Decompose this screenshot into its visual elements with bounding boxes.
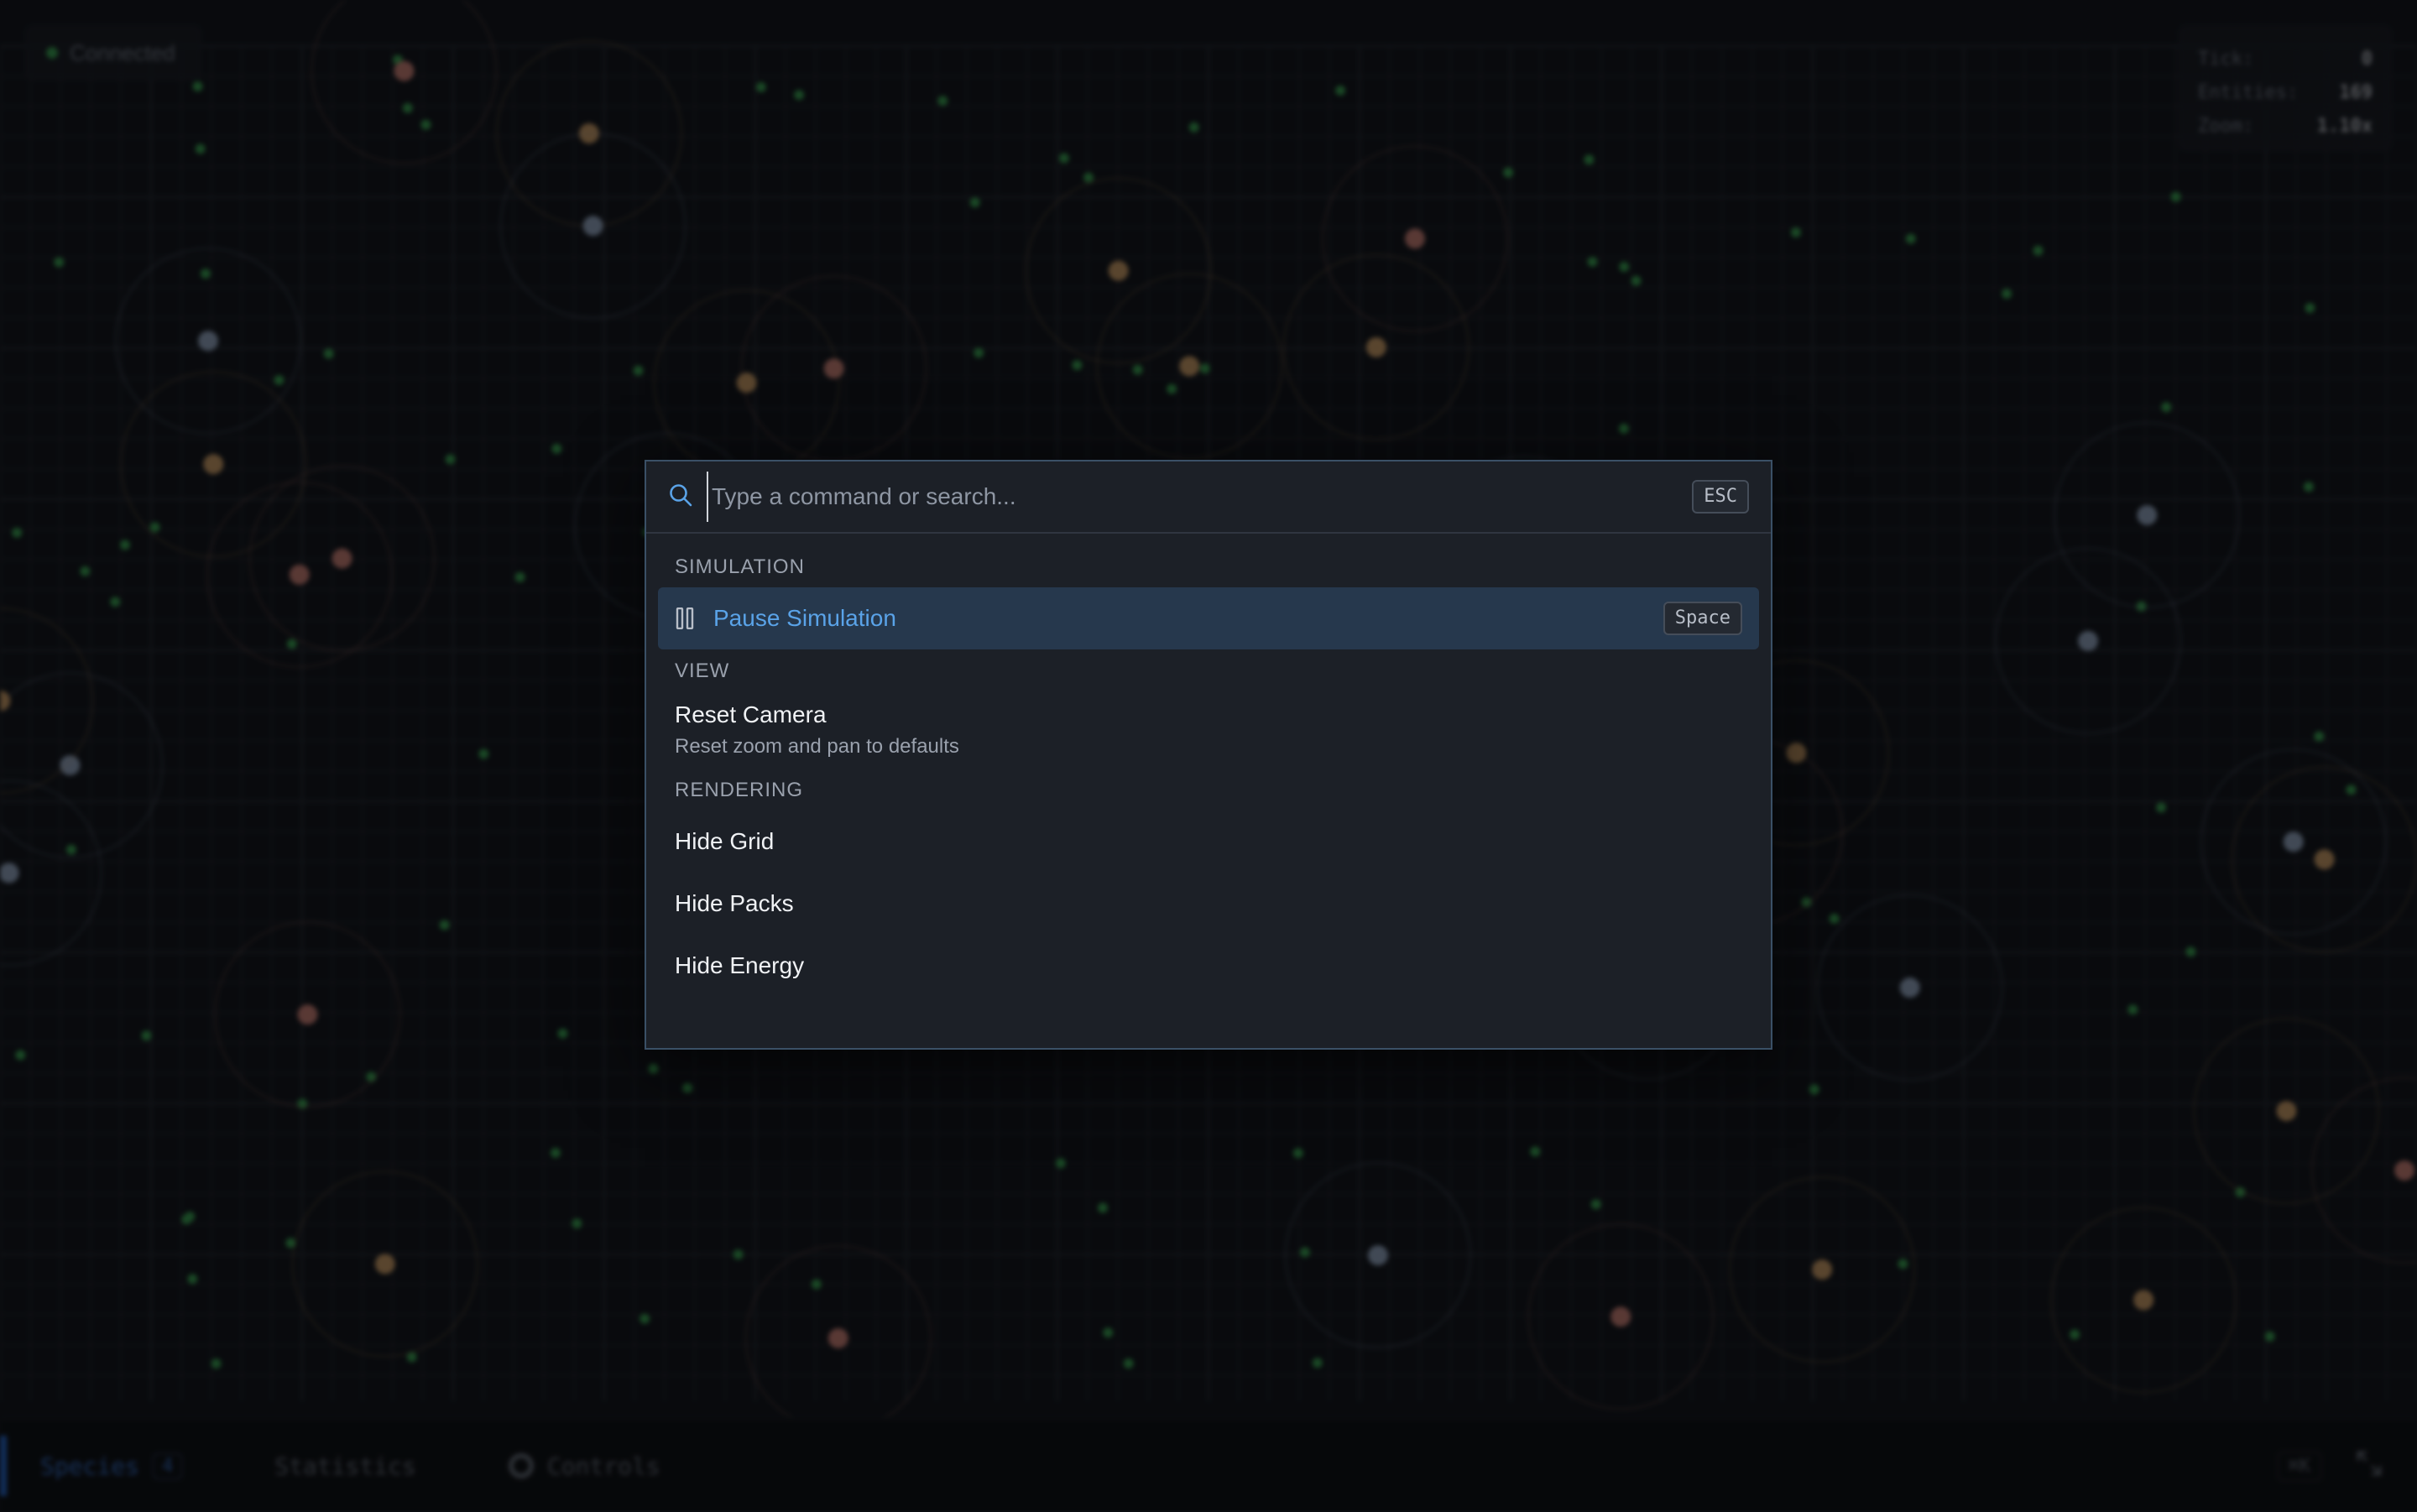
command-hide-energy[interactable]: Hide Energy: [658, 935, 1759, 997]
search-icon: [668, 482, 693, 512]
pause-icon: [675, 607, 695, 629]
command-pause-simulation[interactable]: Pause Simulation Space: [658, 587, 1759, 649]
command-hide-grid[interactable]: Hide Grid: [658, 811, 1759, 873]
command-list: SIMULATION Pause Simulation Space VIEW R…: [646, 534, 1771, 997]
esc-key-hint[interactable]: ESC: [1692, 480, 1749, 514]
command-palette: ESC SIMULATION Pause Simulation Space VI…: [645, 460, 1772, 1050]
command-title: Hide Grid: [675, 828, 775, 854]
group-label-rendering: RENDERING: [675, 779, 804, 801]
shortcut-hint: Space: [1663, 602, 1742, 635]
command-title: Reset Camera: [675, 701, 827, 727]
palette-search-bar: ESC: [646, 461, 1771, 534]
command-search-input[interactable]: [707, 472, 1693, 522]
command-title: Hide Energy: [675, 952, 805, 978]
command-title: Pause Simulation: [713, 605, 896, 631]
command-hide-packs[interactable]: Hide Packs: [658, 873, 1759, 935]
group-label-view: VIEW: [675, 660, 730, 682]
command-title: Hide Packs: [675, 890, 794, 916]
command-description: Reset zoom and pan to defaults: [675, 735, 959, 758]
command-reset-camera[interactable]: Reset Camera Reset zoom and pan to defau…: [658, 691, 1759, 769]
group-label-simulation: SIMULATION: [675, 555, 805, 578]
